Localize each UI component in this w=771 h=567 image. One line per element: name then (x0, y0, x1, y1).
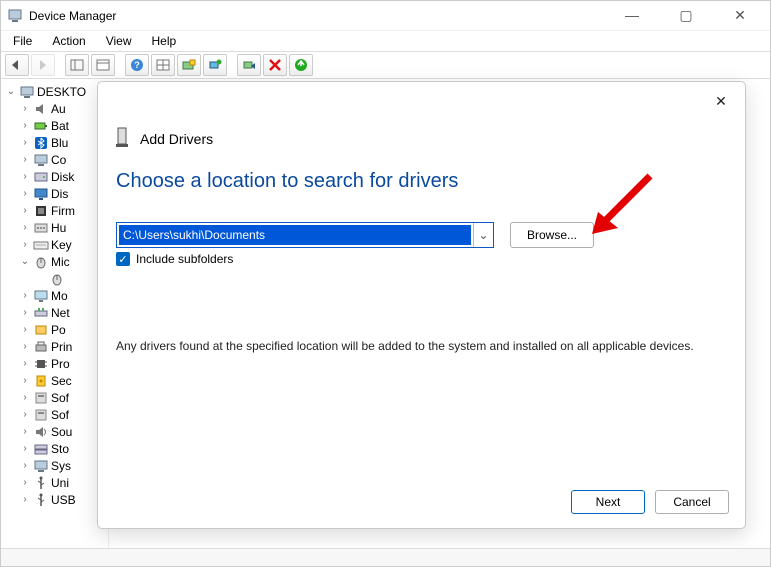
tree-node[interactable]: ›Key (5, 236, 108, 253)
tree-node[interactable]: ›Mo (5, 287, 108, 304)
close-button[interactable]: ✕ (722, 7, 758, 24)
show-hide-console-tree-icon[interactable] (65, 54, 89, 76)
maximize-button[interactable]: ▢ (668, 7, 704, 24)
tree-node[interactable]: ›Blu (5, 134, 108, 151)
tree-node[interactable]: ›Uni (5, 474, 108, 491)
driver-path-combobox[interactable]: C:\Users\sukhi\Documents ⌄ (116, 222, 494, 248)
tree-node[interactable]: ›Sec (5, 372, 108, 389)
tree-node[interactable]: ›Disk (5, 168, 108, 185)
next-button[interactable]: Next (571, 490, 645, 514)
include-subfolders-label: Include subfolders (136, 252, 233, 266)
tree-node[interactable]: ›Sof (5, 389, 108, 406)
dialog-title: Choose a location to search for drivers (116, 170, 458, 193)
tree-node[interactable]: ›USB (5, 491, 108, 508)
window-title: Device Manager (29, 9, 614, 23)
tree-node[interactable]: ›Hu (5, 219, 108, 236)
driver-path-value[interactable]: C:\Users\sukhi\Documents (119, 225, 471, 245)
disable-device-icon[interactable] (263, 54, 287, 76)
tree-node[interactable]: ›Co (5, 151, 108, 168)
tree-node[interactable]: ›Sto (5, 440, 108, 457)
titlebar: Device Manager — ▢ ✕ (1, 1, 770, 31)
include-subfolders-checkbox[interactable]: ✓ (116, 252, 130, 266)
cancel-button[interactable]: Cancel (655, 490, 729, 514)
app-icon (7, 8, 23, 24)
tree-node[interactable]: ›Pro (5, 355, 108, 372)
update-driver-icon[interactable] (203, 54, 227, 76)
enable-device-icon[interactable] (289, 54, 313, 76)
svg-text:?: ? (134, 60, 140, 70)
help-icon[interactable]: ? (125, 54, 149, 76)
tree-node[interactable]: ›Sof (5, 406, 108, 423)
menubar: File Action View Help (1, 31, 770, 51)
device-icon (114, 126, 130, 151)
tree-node[interactable]: ›Po (5, 321, 108, 338)
tree-node[interactable]: ›Dis (5, 185, 108, 202)
scan-hardware-icon[interactable] (177, 54, 201, 76)
menu-view[interactable]: View (98, 32, 140, 50)
menu-help[interactable]: Help (144, 32, 185, 50)
tree-node[interactable] (5, 270, 108, 287)
properties-icon[interactable] (91, 54, 115, 76)
dialog-header: Add Drivers (140, 131, 213, 147)
devices-by-type-icon[interactable] (151, 54, 175, 76)
tree-node[interactable]: ›Bat (5, 117, 108, 134)
browse-button[interactable]: Browse... (510, 222, 594, 248)
dialog-description: Any drivers found at the specified locat… (116, 338, 709, 354)
tree-node[interactable]: ›Firm (5, 202, 108, 219)
toolbar: ? (1, 51, 770, 79)
add-drivers-dialog: ✕ Add Drivers Choose a location to searc… (97, 81, 746, 529)
tree-node[interactable]: ›Prin (5, 338, 108, 355)
tree-node[interactable]: ›Sys (5, 457, 108, 474)
menu-file[interactable]: File (5, 32, 40, 50)
minimize-button[interactable]: — (614, 7, 650, 24)
status-bar (1, 548, 770, 566)
dialog-close-button[interactable]: ✕ (705, 88, 737, 114)
tree-root[interactable]: ⌄DESKTO (5, 83, 108, 100)
tree-node[interactable]: ⌄Mic (5, 253, 108, 270)
device-tree[interactable]: ⌄DESKTO›Au›Bat›Blu›Co›Disk›Dis›Firm›Hu›K… (1, 81, 109, 548)
tree-node[interactable]: ›Net (5, 304, 108, 321)
uninstall-device-icon[interactable] (237, 54, 261, 76)
tree-node[interactable]: ›Sou (5, 423, 108, 440)
back-button[interactable] (5, 54, 29, 76)
menu-action[interactable]: Action (44, 32, 93, 50)
forward-button[interactable] (31, 54, 55, 76)
chevron-down-icon[interactable]: ⌄ (473, 223, 493, 247)
tree-node[interactable]: ›Au (5, 100, 108, 117)
